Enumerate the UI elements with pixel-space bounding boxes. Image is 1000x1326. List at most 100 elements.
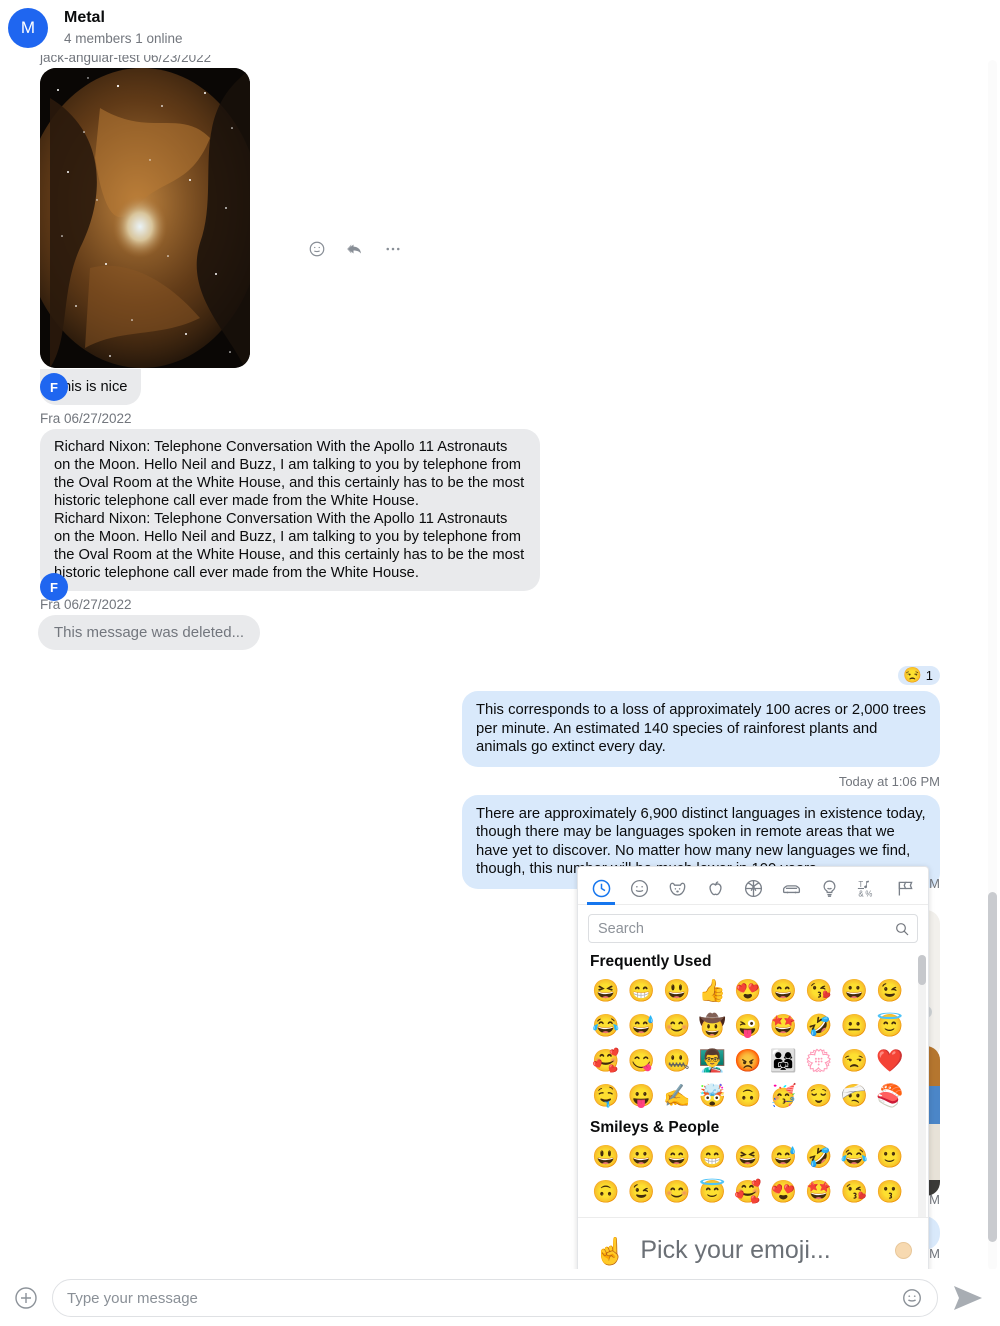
- emoji-item[interactable]: 🥳: [766, 1078, 802, 1113]
- emoji-item[interactable]: 🙂: [872, 1139, 908, 1174]
- emoji-grid-body[interactable]: Frequently Used 😆 😁 😃 👍 😍 😄 😘 😀 😉 😂 😅 😊 🤠 😜 🤩 🤣 😐 😇 🥰 😋 🤐 👨‍🏫…: [578, 947, 928, 1217]
- emoji-item[interactable]: 😄: [659, 1139, 695, 1174]
- emoji-item[interactable]: 😘: [801, 973, 837, 1008]
- emoji-item[interactable]: 😃: [588, 1139, 624, 1174]
- emoji-item[interactable]: 😂: [837, 1139, 873, 1174]
- emoji-item[interactable]: 🤕: [837, 1078, 873, 1113]
- emoji-item[interactable]: 🤣: [801, 1139, 837, 1174]
- emoji-item[interactable]: 😉: [624, 1174, 660, 1209]
- emoji-item[interactable]: 👨‍🏫: [695, 1043, 731, 1078]
- emoji-section-frequent: Frequently Used 😆 😁 😃 👍 😍 😄 😘 😀 😉 😂 😅 😊 🤠 😜 🤩 🤣 😐 😇 🥰 😋 🤐 👨‍🏫…: [588, 953, 918, 1113]
- emoji-item[interactable]: 😆: [588, 973, 624, 1008]
- emoji-item[interactable]: 😗: [872, 1174, 908, 1209]
- scrollbar-thumb[interactable]: [988, 892, 997, 1242]
- emoji-item[interactable]: 😇: [872, 1008, 908, 1043]
- emoji-item[interactable]: 🤩: [801, 1174, 837, 1209]
- message-timestamp: Fra 06/27/2022: [40, 597, 132, 612]
- emoji-tab-objects[interactable]: [814, 873, 844, 904]
- reply-icon[interactable]: [346, 240, 364, 258]
- message-reaction-badge[interactable]: 😒 1: [898, 666, 940, 685]
- emoji-tab-activity[interactable]: [738, 873, 768, 904]
- message-composer[interactable]: [0, 1269, 1000, 1326]
- emoji-item[interactable]: 🤩: [766, 1008, 802, 1043]
- nebula-photo[interactable]: [40, 68, 250, 368]
- message-row-nixon: F Richard Nixon: Telephone Conversation …: [0, 429, 988, 601]
- emoji-tab-travel[interactable]: [776, 873, 806, 904]
- emoji-tab-flags[interactable]: [890, 873, 920, 904]
- emoji-item[interactable]: 😂: [588, 1008, 624, 1043]
- lightbulb-icon: [823, 880, 835, 897]
- emoji-item[interactable]: 😒: [837, 1043, 873, 1078]
- emoji-item[interactable]: 😊: [659, 1008, 695, 1043]
- emoji-item[interactable]: 😍: [730, 973, 766, 1008]
- emoji-tab-recent[interactable]: [586, 873, 616, 905]
- more-options-icon[interactable]: [384, 240, 402, 258]
- emoji-toggle-icon[interactable]: [901, 1287, 923, 1309]
- message-input[interactable]: [67, 1289, 893, 1307]
- emoji-tab-animals[interactable]: [662, 873, 692, 904]
- emoji-search-row[interactable]: [578, 905, 928, 947]
- message-bubble[interactable]: This corresponds to a loss of approximat…: [462, 691, 940, 767]
- emoji-item[interactable]: 😁: [624, 973, 660, 1008]
- attach-plus-icon[interactable]: [14, 1286, 38, 1310]
- emoji-grid[interactable]: 😃 😀 😄 😁 😆 😅 🤣 😂 🙂 🙃 😉 😊 😇 🥰 😍 🤩 😘 😗: [588, 1139, 918, 1209]
- emoji-item[interactable]: 🙃: [588, 1174, 624, 1209]
- emoji-search-box[interactable]: [588, 914, 918, 943]
- scrollbar-thumb[interactable]: [918, 955, 926, 985]
- emoji-item[interactable]: 😅: [624, 1008, 660, 1043]
- emoji-item[interactable]: ✍️: [659, 1078, 695, 1113]
- skin-tone-selector[interactable]: [895, 1242, 912, 1259]
- emoji-item[interactable]: 🤯: [695, 1078, 731, 1113]
- emoji-tab-smileys[interactable]: [624, 873, 654, 904]
- emoji-item[interactable]: 😘: [837, 1174, 873, 1209]
- message-actions[interactable]: [308, 240, 402, 258]
- send-arrow-icon[interactable]: [952, 1283, 986, 1313]
- emoji-item[interactable]: 😍: [766, 1174, 802, 1209]
- emoji-item[interactable]: 👨‍👩‍👧: [766, 1043, 802, 1078]
- emoji-item[interactable]: 💮: [801, 1043, 837, 1078]
- emoji-item[interactable]: 😌: [801, 1078, 837, 1113]
- emoji-section-smileys: Smileys & People 😃 😀 😄 😁 😆 😅 🤣 😂 🙂 🙃 😉 😊 😇 🥰 😍 🤩 😘 😗: [588, 1119, 918, 1209]
- emoji-item[interactable]: 😡: [730, 1043, 766, 1078]
- emoji-item[interactable]: 😁: [695, 1139, 731, 1174]
- svg-text:T: T: [858, 880, 863, 889]
- emoji-item[interactable]: 😉: [872, 973, 908, 1008]
- emoji-item[interactable]: 😅: [766, 1139, 802, 1174]
- emoji-item[interactable]: 🤣: [801, 1008, 837, 1043]
- emoji-item[interactable]: 👍: [695, 973, 731, 1008]
- emoji-item[interactable]: 🤠: [695, 1008, 731, 1043]
- emoji-item[interactable]: 🥰: [730, 1174, 766, 1209]
- message-image-bubble[interactable]: [40, 68, 250, 368]
- emoji-item[interactable]: 😐: [837, 1008, 873, 1043]
- deleted-message-bubble: This message was deleted...: [38, 615, 261, 650]
- emoji-item[interactable]: 😆: [730, 1139, 766, 1174]
- emoji-category-tabs[interactable]: T & %: [578, 867, 928, 905]
- emoji-item[interactable]: 😛: [624, 1078, 660, 1113]
- emoji-item[interactable]: 😇: [695, 1174, 731, 1209]
- emoji-search-input[interactable]: [589, 915, 917, 942]
- emoji-item[interactable]: 😃: [659, 973, 695, 1008]
- emoji-item[interactable]: 😀: [624, 1139, 660, 1174]
- message-timestamp: Fra 06/27/2022: [40, 411, 132, 426]
- emoji-item[interactable]: 😊: [659, 1174, 695, 1209]
- emoji-picker-scrollbar[interactable]: [918, 955, 926, 1217]
- reaction-count: 1: [925, 668, 933, 683]
- emoji-item[interactable]: 😀: [837, 973, 873, 1008]
- emoji-item[interactable]: 😄: [766, 973, 802, 1008]
- emoji-item[interactable]: 🍣: [872, 1078, 908, 1113]
- emoji-item[interactable]: ❤️: [872, 1043, 908, 1078]
- emoji-item[interactable]: 😜: [730, 1008, 766, 1043]
- emoji-item[interactable]: 🙃: [730, 1078, 766, 1113]
- emoji-tab-symbols[interactable]: T & %: [852, 873, 882, 904]
- emoji-item[interactable]: 😋: [624, 1043, 660, 1078]
- message-input-wrapper[interactable]: [52, 1279, 938, 1317]
- message-list-scrollbar[interactable]: [988, 60, 997, 1270]
- emoji-item[interactable]: 🥰: [588, 1043, 624, 1078]
- emoji-tab-food[interactable]: [700, 873, 730, 904]
- emoji-picker[interactable]: T & % Search Frequently Used 😆 😁 😃 👍 😍 😄…: [577, 866, 929, 1284]
- emoji-item[interactable]: 🤐: [659, 1043, 695, 1078]
- emoji-grid[interactable]: 😆 😁 😃 👍 😍 😄 😘 😀 😉 😂 😅 😊 🤠 😜 🤩 🤣 😐 😇 🥰 😋 🤐 👨‍🏫 😡 👨‍👩‍👧 💮 😒 ❤️ 🤤 😛 ✍️ 🤯 🙃…: [588, 973, 918, 1113]
- message-bubble[interactable]: Richard Nixon: Telephone Conversation Wi…: [40, 429, 540, 591]
- emoji-item[interactable]: 🤤: [588, 1078, 624, 1113]
- add-reaction-icon[interactable]: [308, 240, 326, 258]
